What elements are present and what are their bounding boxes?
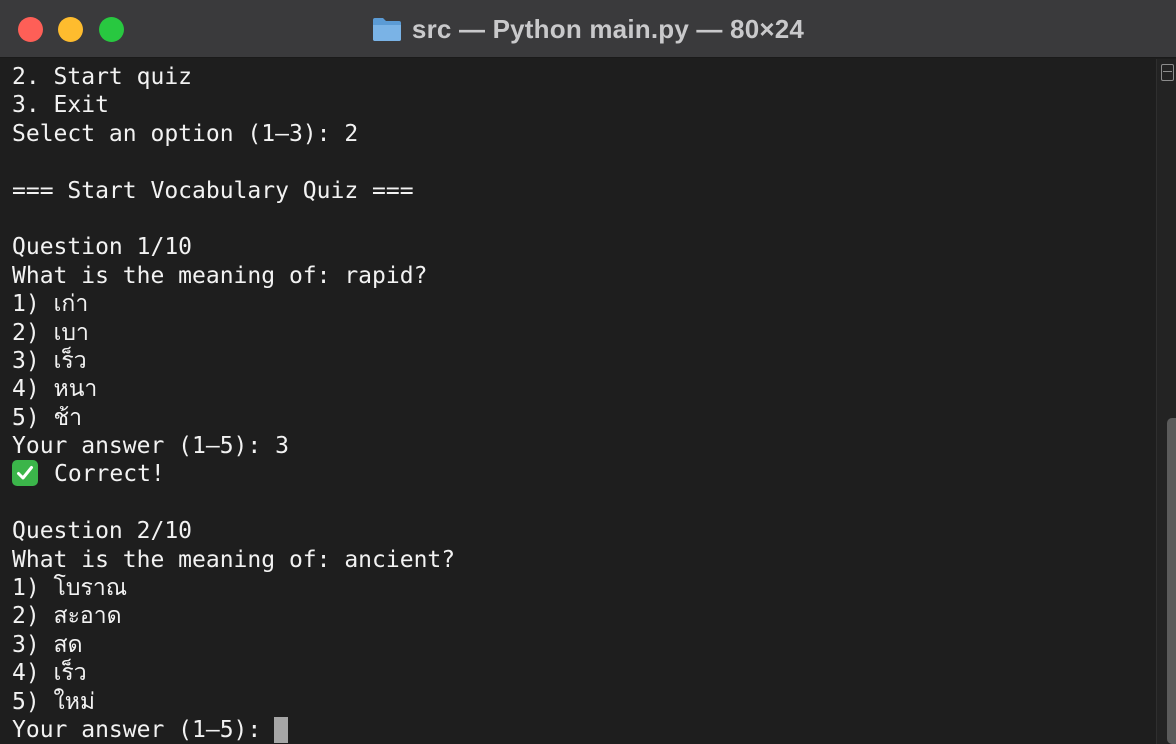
correct-line: Correct! bbox=[12, 460, 1156, 488]
terminal-line: 5) ช้า bbox=[12, 404, 83, 431]
terminal-line: 4) หนา bbox=[12, 376, 98, 403]
text-cursor bbox=[274, 716, 289, 743]
terminal-line: 4) เร็ว bbox=[12, 660, 87, 687]
scrollbar-thumb[interactable] bbox=[1167, 418, 1176, 744]
title-bar[interactable]: src — Python main.py — 80×24 bbox=[0, 0, 1176, 58]
terminal-output[interactable]: 2. Start quiz 3. Exit Select an option (… bbox=[0, 59, 1156, 744]
terminal-line: 5) ใหม่ bbox=[12, 688, 96, 715]
terminal-window: src — Python main.py — 80×24 2. Start qu… bbox=[0, 0, 1176, 744]
terminal-line: 2) สะอาด bbox=[12, 603, 122, 630]
terminal-line: What is the meaning of: rapid? bbox=[12, 262, 428, 289]
terminal-line: What is the meaning of: ancient? bbox=[12, 546, 456, 573]
check-mark-icon bbox=[12, 460, 38, 487]
terminal-line: 3) สด bbox=[12, 631, 83, 658]
folder-icon bbox=[372, 16, 402, 42]
terminal-line: 1) เก่า bbox=[12, 291, 89, 318]
terminal-line: Your answer (1–5): 3 bbox=[12, 433, 289, 460]
window-title: src — Python main.py — 80×24 bbox=[411, 13, 805, 44]
terminal-line: 3) เร็ว bbox=[12, 347, 87, 374]
terminal-line: 1) โบราณ bbox=[12, 575, 128, 602]
terminal-line: 2) เบา bbox=[12, 319, 89, 346]
window-title-group: src — Python main.py — 80×24 bbox=[0, 0, 1176, 58]
prompt-text: Your answer (1–5): bbox=[12, 716, 262, 743]
prompt-line[interactable]: Your answer (1–5): bbox=[12, 716, 1156, 744]
terminal-line: === Start Vocabulary Quiz === bbox=[12, 177, 414, 204]
terminal-line: 2. Start quiz bbox=[12, 64, 193, 90]
correct-text: Correct! bbox=[54, 461, 165, 488]
terminal-line: 3. Exit bbox=[12, 92, 109, 119]
split-pane-icon[interactable] bbox=[1161, 64, 1174, 81]
terminal-line: Question 2/10 bbox=[12, 518, 193, 545]
terminal-line: Select an option (1–3): 2 bbox=[12, 120, 359, 147]
terminal-line: Question 1/10 bbox=[12, 234, 193, 261]
